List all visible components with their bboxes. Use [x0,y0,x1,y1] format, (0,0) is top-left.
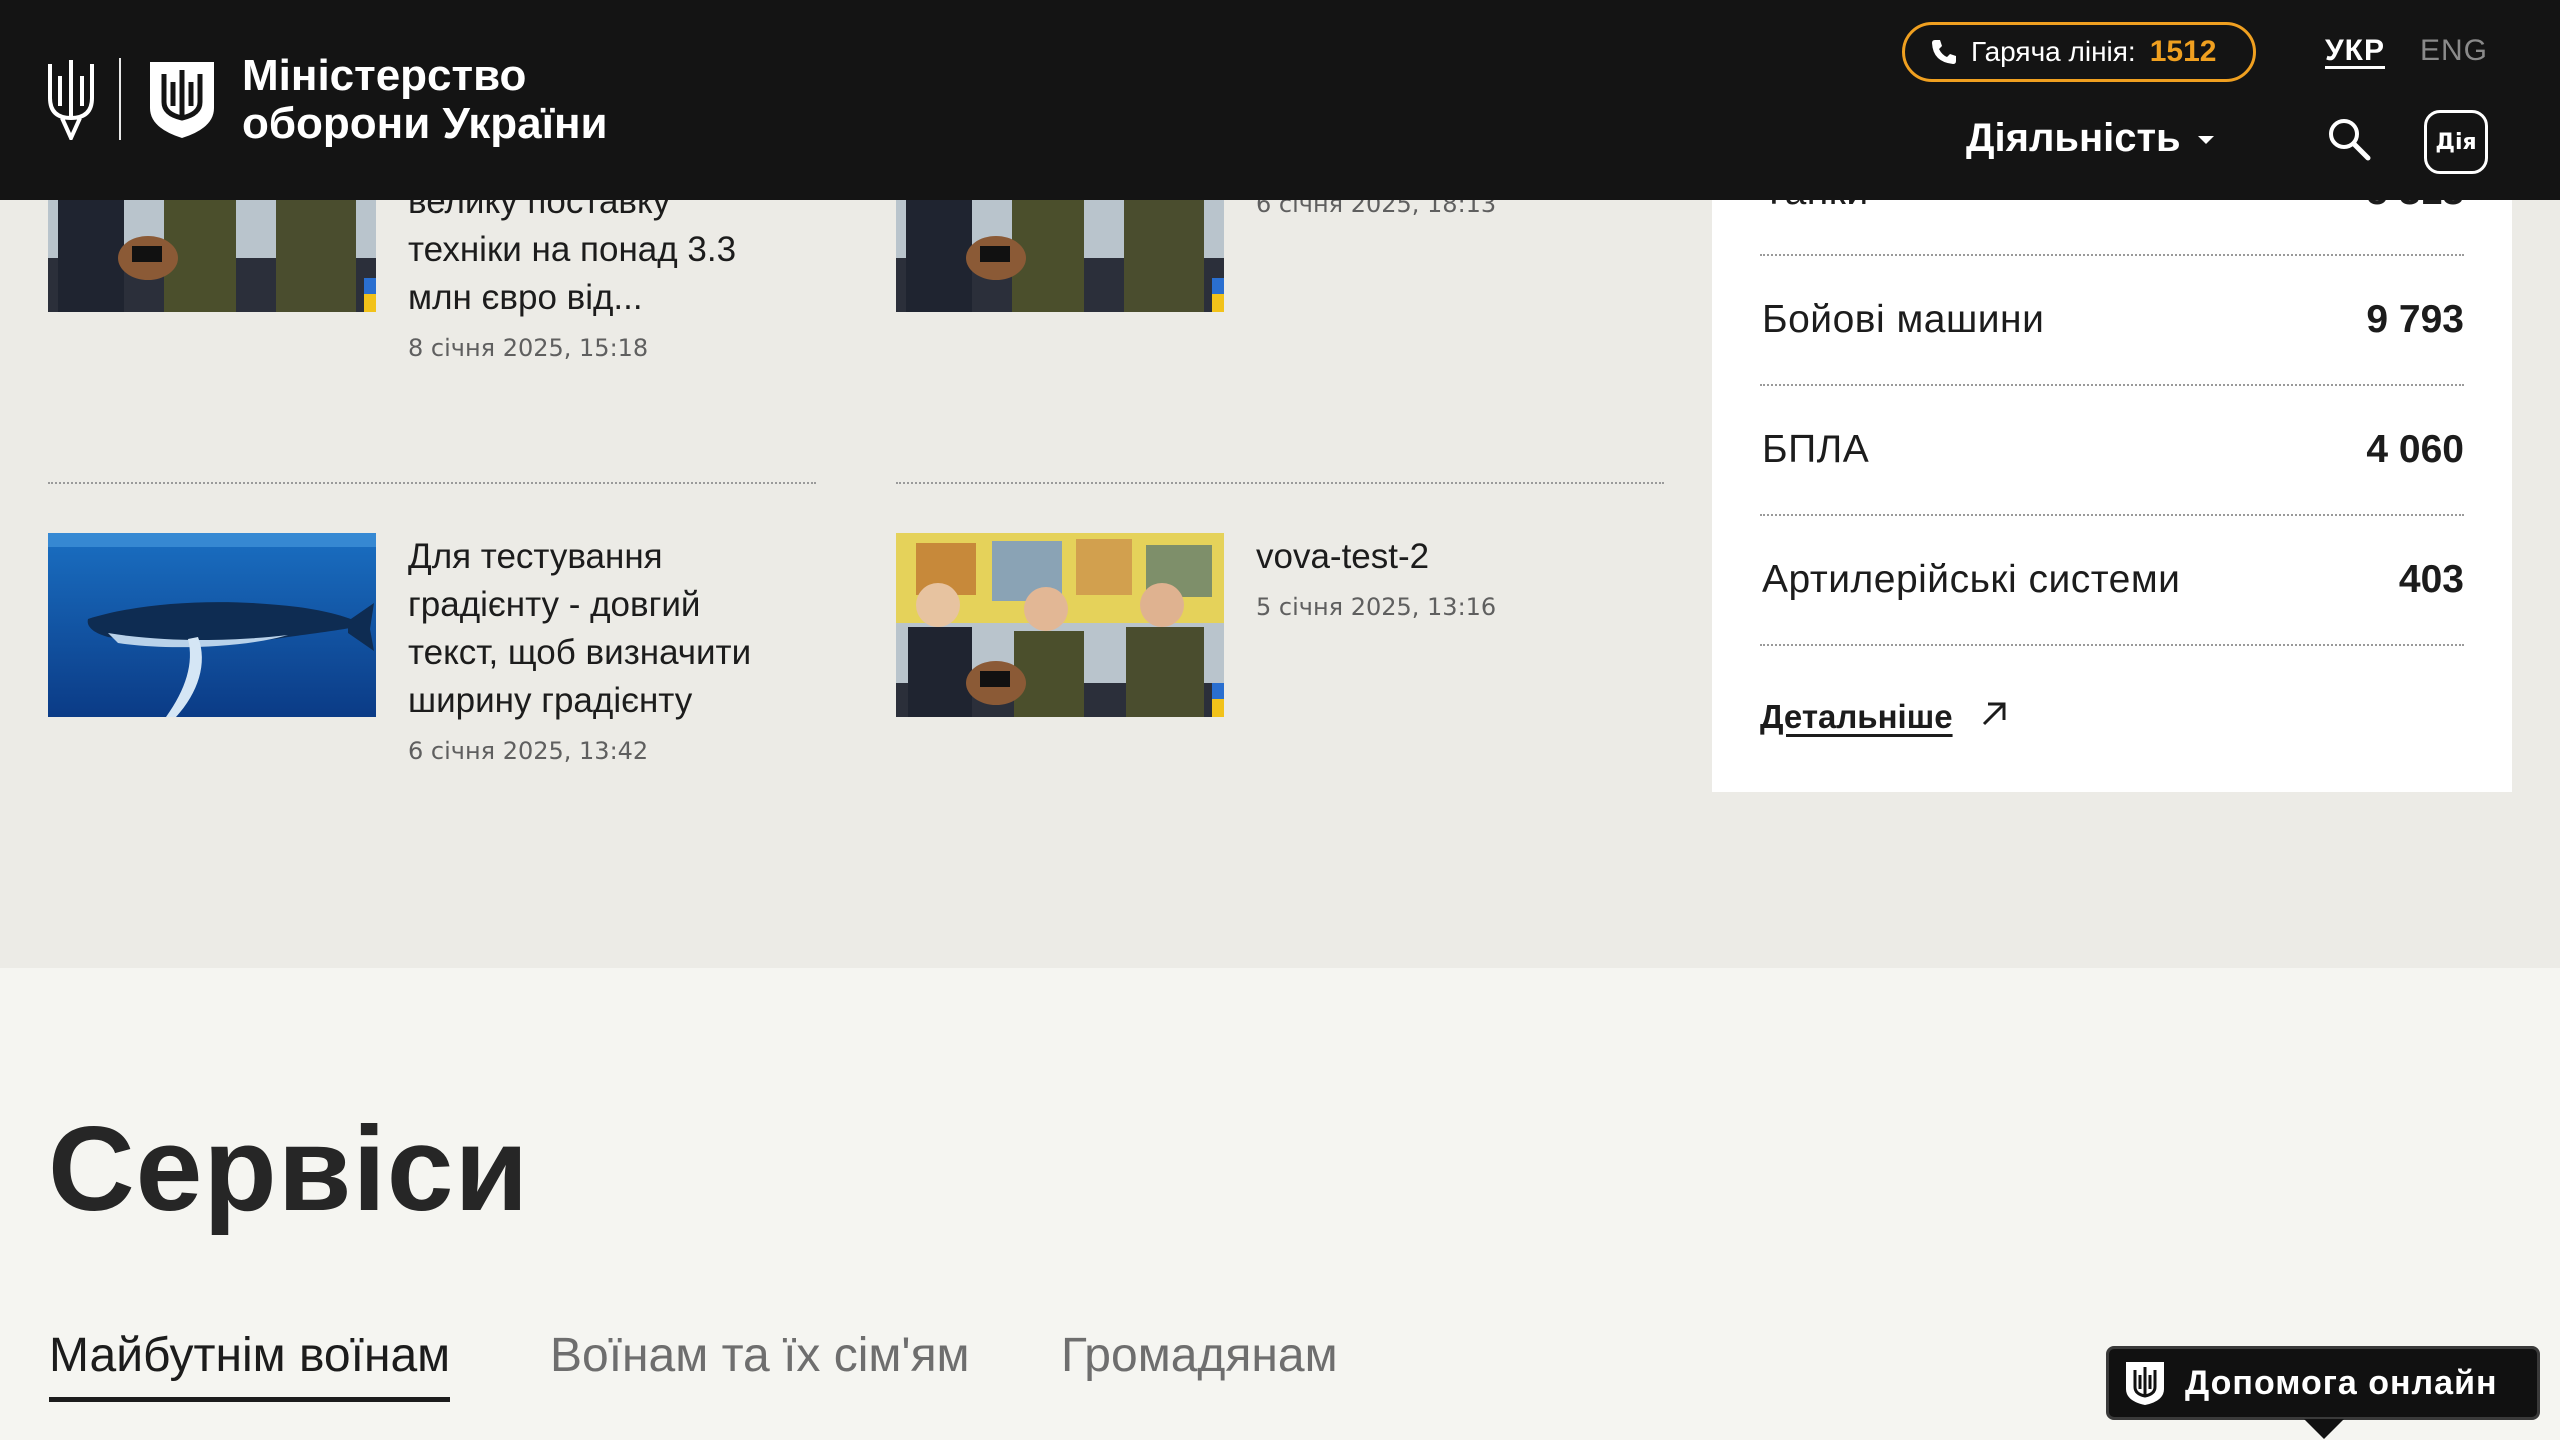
stat-value: 9 793 [2366,298,2464,341]
news-title-line: Для тестування [408,537,663,576]
lang-ukrainian[interactable]: УКР [2325,34,2385,68]
lang-english[interactable]: ENG [2420,34,2488,68]
help-online-button[interactable]: Допомога онлайн [2106,1346,2540,1420]
tab-future-soldiers[interactable]: Майбутнім воїнам [49,1328,451,1402]
trident-icon[interactable] [44,58,98,140]
stat-row-uav: БПЛА 4 060 [1760,388,2464,516]
tab-citizens[interactable]: Громадянам [1061,1328,1338,1383]
news-title-line: техніки на понад 3.3 [408,230,737,269]
site-header: Міністерство оборони України Гаряча ліні… [0,0,2560,200]
news-title-line: текст, щоб визначити [408,633,752,672]
photo-meeting-image [896,533,1224,717]
news-image-whale[interactable] [48,533,376,717]
ministry-name-line: Міністерство [242,51,527,100]
news-title-line: градієнту - довгий [408,585,701,624]
ministry-shield-icon [2126,1362,2164,1405]
arrow-up-right-icon[interactable] [1978,698,2010,730]
help-widget-pointer [2304,1419,2344,1439]
ministry-name-line: оборони України [242,99,608,148]
news-title-line: млн євро від... [408,278,643,317]
news-title[interactable]: vova-test-2 [1256,533,1664,581]
stat-label: БПЛА [1762,428,1870,471]
stat-row-vehicles: Бойові машини 9 793 [1760,258,2464,386]
stat-label: Бойові машини [1762,298,2045,341]
news-date: 6 січня 2025, 13:42 [408,737,649,765]
photo-whale-image [48,533,376,717]
news-date: 8 січня 2025, 15:18 [408,334,649,362]
news-image-meeting[interactable] [896,533,1224,717]
stat-value: 4 060 [2366,428,2464,471]
details-link[interactable]: Детальніше [1760,698,1953,736]
chevron-down-icon[interactable] [2198,136,2214,144]
stat-label: Артилерійські системи [1762,558,2181,601]
news-date: 5 січня 2025, 13:16 [1256,593,1497,621]
ministry-name[interactable]: Міністерство оборони України [242,52,682,148]
help-online-label: Допомога онлайн [2185,1363,2498,1402]
tab-soldiers-families[interactable]: Воїнам та їх сім'ям [550,1328,970,1383]
news-title[interactable]: Для тестування градієнту - довгий текст,… [408,533,816,725]
hotline-button[interactable]: Гаряча лінія: 1512 [1902,22,2256,82]
news-title-line: vova-test-2 [1256,537,1430,576]
stat-row-artillery: Артилерійські системи 403 [1760,518,2464,646]
news-divider [896,482,1664,484]
news-divider [48,482,816,484]
ministry-shield-icon[interactable] [146,58,218,140]
diia-button[interactable]: Дія [2424,110,2488,174]
hotline-number: 1512 [2149,35,2217,68]
nav-activity[interactable]: Діяльність [1966,116,2181,161]
news-title-line: ширину градієнту [408,681,693,720]
search-icon[interactable] [2326,116,2372,162]
stat-value: 403 [2398,558,2464,601]
logo-separator [119,58,121,140]
news-card[interactable]: vova-test-2 5 січня 2025, 13:16 [896,533,1664,793]
phone-icon [1932,40,1956,64]
news-card[interactable]: Для тестування градієнту - довгий текст,… [48,533,816,793]
services-heading: Сервіси [48,1102,530,1236]
hotline-label: Гаряча лінія: [1971,36,2136,67]
